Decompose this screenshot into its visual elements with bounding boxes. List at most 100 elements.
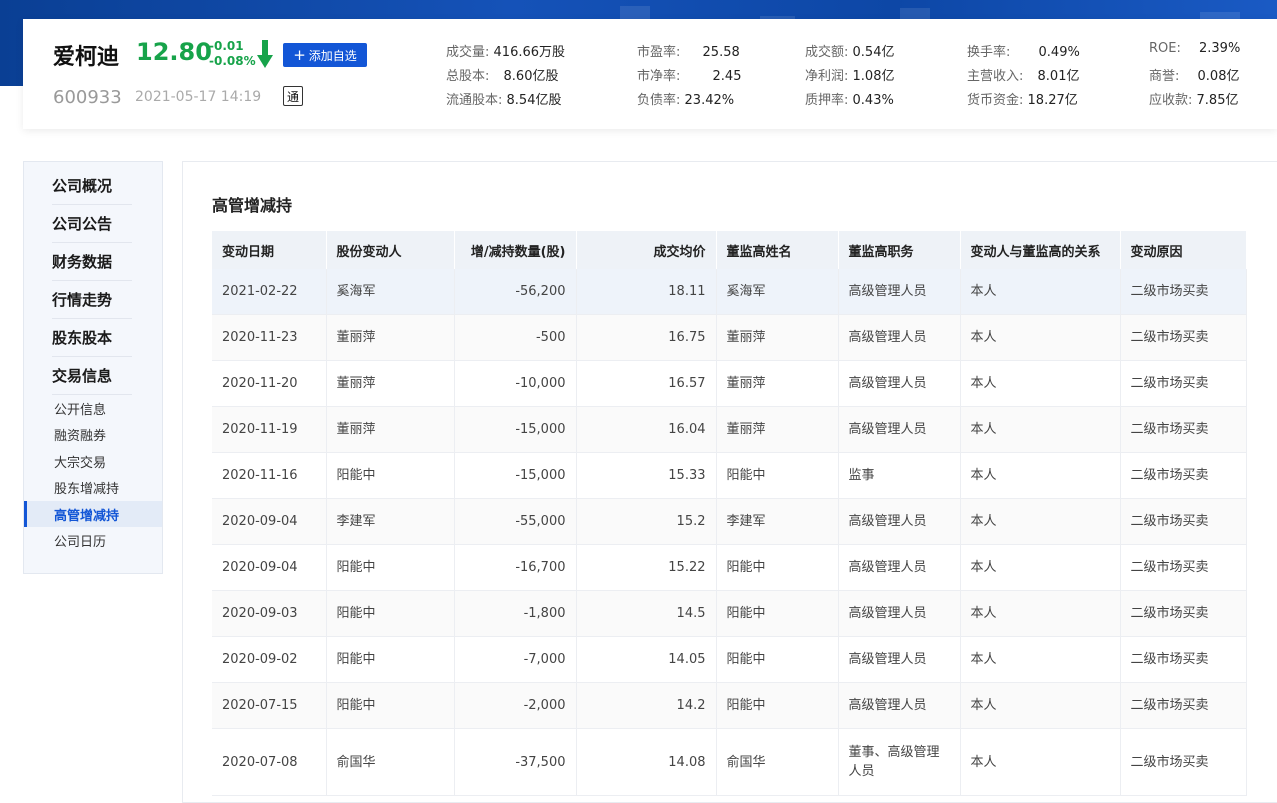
- add-watchlist-button[interactable]: + 添加自选: [283, 43, 367, 67]
- metric-label: 流通股本:: [446, 93, 503, 108]
- metric-label: 负债率:: [637, 93, 681, 108]
- metric-float-shares: 流通股本: 8.54亿股: [446, 89, 561, 108]
- stock-name: 爱柯迪: [53, 45, 120, 70]
- metric-roe: ROE: 2.39%: [1149, 41, 1240, 56]
- table-cell: 阳能中: [716, 636, 839, 683]
- connect-badge: 通: [283, 86, 303, 106]
- metric-value: 416.66万股: [493, 45, 566, 60]
- column-header: 变动人与董监高的关系: [960, 231, 1121, 269]
- metric-label: 货币资金:: [967, 93, 1024, 108]
- table-cell: 本人: [960, 360, 1121, 407]
- sidebar-item-trading-info[interactable]: 交易信息: [52, 365, 132, 395]
- table-cell: 二级市场买卖: [1120, 636, 1247, 683]
- table-cell: 阳能中: [326, 544, 455, 591]
- table-cell: -7,000: [454, 636, 577, 683]
- table-cell: 2021-02-22: [212, 269, 327, 315]
- table-cell: -56,200: [454, 269, 577, 315]
- table-cell: 阳能中: [716, 544, 839, 591]
- metric-value: 0.08亿: [1197, 69, 1240, 84]
- table-cell: 2020-09-04: [212, 498, 327, 545]
- sidebar-subitem-block-trades[interactable]: 大宗交易: [24, 448, 162, 474]
- table-cell: 高级管理人员: [838, 406, 961, 453]
- table-row: 2020-09-02 阳能中 -7,000 14.05 阳能中 高级管理人员 本人 二级市场买…: [212, 636, 1247, 683]
- table-cell: 董丽萍: [716, 314, 839, 361]
- table-cell: 14.05: [576, 636, 717, 683]
- table-cell: 高级管理人员: [838, 314, 961, 361]
- column-header: 增/减持数量(股): [454, 231, 577, 269]
- metric-label: 应收款:: [1149, 93, 1193, 108]
- metric-debt-ratio: 负债率: 23.42%: [637, 89, 734, 108]
- table-cell: 俞国华: [326, 728, 455, 796]
- sidebar-subitem-label: 高管增减持: [54, 509, 120, 524]
- plus-icon: +: [293, 45, 306, 64]
- sidebar-nav: 公司概况 公司公告 财务数据 行情走势 股东股本 交易信息 公开信息 融资融券 …: [23, 161, 163, 574]
- arrow-down-icon: [257, 40, 273, 68]
- stock-header: 爱柯迪 12.80 -0.01 -0.08% + 添加自选 600933 202…: [23, 19, 1277, 129]
- table-cell: 高级管理人员: [838, 590, 961, 637]
- table-cell: 14.5: [576, 590, 717, 637]
- table-cell: 16.57: [576, 360, 717, 407]
- table-cell: 本人: [960, 314, 1121, 361]
- metric-label: 净利润:: [805, 69, 849, 84]
- table-cell: -16,700: [454, 544, 577, 591]
- sidebar-subitem-label: 公开信息: [54, 403, 107, 418]
- table-cell: 二级市场买卖: [1120, 544, 1247, 591]
- table-cell: 二级市场买卖: [1120, 682, 1247, 729]
- metric-value: 8.01亿: [1037, 69, 1080, 84]
- table-cell: 董丽萍: [326, 360, 455, 407]
- sidebar-subitem-executive-changes[interactable]: 高管增减持: [24, 501, 162, 527]
- table-row: 2020-09-03 阳能中 -1,800 14.5 阳能中 高级管理人员 本人 二级市场买卖: [212, 590, 1247, 637]
- table-cell: 本人: [960, 636, 1121, 683]
- table-row: 2020-07-08 俞国华 -37,500 14.08 俞国华 董事、高级管理人员 本人二…: [212, 728, 1247, 796]
- table-cell: 本人: [960, 682, 1121, 729]
- sidebar-item-shareholders[interactable]: 股东股本: [52, 327, 132, 357]
- table-cell: -10,000: [454, 360, 577, 407]
- table-cell: 14.2: [576, 682, 717, 729]
- table-cell: 高级管理人员: [838, 544, 961, 591]
- sidebar-item-announcements[interactable]: 公司公告: [52, 213, 132, 243]
- metric-pb: 市净率: 2.45: [637, 65, 741, 84]
- table-row: 2020-11-23 董丽萍 -500 16.75 董丽萍 高级管理人员 本人 二级市场买卖: [212, 314, 1247, 361]
- table-cell: -1,800: [454, 590, 577, 637]
- table-cell: 2020-07-08: [212, 728, 327, 796]
- sidebar-subitem-label: 大宗交易: [54, 456, 107, 471]
- table-cell: 2020-11-20: [212, 360, 327, 407]
- metric-value: 2.45: [712, 69, 742, 84]
- executive-changes-table: 变动日期 股份变动人 增/减持数量(股) 成交均价 董监高姓名 董监高职务 变动…: [212, 231, 1247, 796]
- table-cell: 阳能中: [716, 590, 839, 637]
- sidebar-subitem-label: 股东增减持: [54, 482, 120, 497]
- price-change-percent: -0.08%: [209, 54, 256, 68]
- table-cell: 二级市场买卖: [1120, 452, 1247, 499]
- table-cell: 2020-09-04: [212, 544, 327, 591]
- sidebar-item-company-overview[interactable]: 公司概况: [52, 175, 132, 205]
- stock-code: 600933: [53, 87, 122, 108]
- table-cell: 本人: [960, 406, 1121, 453]
- sidebar-subitem-calendar[interactable]: 公司日历: [24, 527, 162, 553]
- sidebar-subitem-margin-trading[interactable]: 融资融券: [24, 421, 162, 447]
- sidebar-subitem-shareholder-changes[interactable]: 股东增减持: [24, 474, 162, 500]
- table-cell: 本人: [960, 269, 1121, 315]
- table-cell: 15.33: [576, 452, 717, 499]
- metric-pe: 市盈率: 25.58: [637, 41, 740, 60]
- table-cell: -37,500: [454, 728, 577, 796]
- table-cell: 15.2: [576, 498, 717, 545]
- metric-value: 23.42%: [684, 93, 735, 108]
- metric-pledge-ratio: 质押率: 0.43%: [805, 89, 894, 108]
- metric-label: 主营收入:: [967, 69, 1024, 84]
- table-cell: 李建军: [326, 498, 455, 545]
- metric-value: 7.85亿: [1196, 93, 1239, 108]
- column-header: 变动原因: [1120, 231, 1247, 269]
- sidebar-item-market-trend[interactable]: 行情走势: [52, 289, 132, 319]
- table-cell: 二级市场买卖: [1120, 269, 1247, 315]
- metric-label: 市净率:: [637, 69, 681, 84]
- table-cell: 高级管理人员: [838, 636, 961, 683]
- sidebar-subitem-public-info[interactable]: 公开信息: [24, 395, 162, 421]
- metric-cash: 货币资金: 18.27亿: [967, 89, 1078, 108]
- table-cell: 高级管理人员: [838, 269, 961, 315]
- metric-label: 市盈率:: [637, 45, 681, 60]
- table-cell: 二级市场买卖: [1120, 406, 1247, 453]
- metric-value: 8.60亿股: [503, 69, 559, 84]
- metric-value: 2.39%: [1199, 41, 1241, 56]
- sidebar-item-financials[interactable]: 财务数据: [52, 251, 132, 281]
- metric-value: 0.43%: [852, 93, 894, 108]
